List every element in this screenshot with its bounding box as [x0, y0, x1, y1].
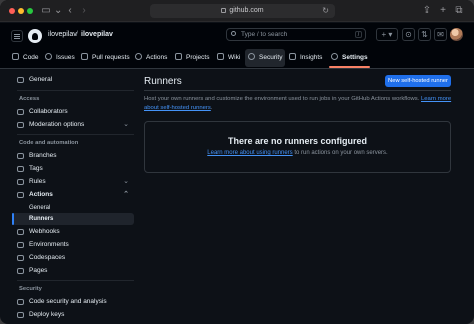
rules-icon	[17, 179, 24, 185]
browser-window: ▭ ⌄ ‹ › github.com ↻ ⇪ + ⧉ ilovepilav / …	[0, 0, 474, 324]
minimize-window-button[interactable]	[18, 8, 24, 14]
people-icon	[17, 109, 24, 115]
webhook-icon	[17, 229, 24, 235]
forward-icon[interactable]: ›	[80, 4, 88, 18]
tab-code[interactable]: Code	[12, 49, 39, 67]
server-icon	[17, 242, 24, 248]
tab-insights[interactable]: Insights	[289, 49, 322, 67]
sidebar-item-tags[interactable]: Tags	[12, 163, 134, 175]
back-icon[interactable]: ‹	[66, 4, 74, 18]
sidebar-item-rules[interactable]: Rules ⌄	[12, 176, 134, 188]
table-icon	[175, 53, 182, 60]
sidebar-item-runners[interactable]: Runners	[12, 213, 134, 225]
sidebar-heading-code-automation: Code and automation	[19, 140, 79, 146]
tab-overview-icon[interactable]: ⧉	[454, 4, 464, 18]
browser-toolbar: ▭ ⌄ ‹ › github.com ↻ ⇪ + ⧉	[0, 0, 474, 22]
github-header: ilovepilav / ilovepilav Type / to search…	[0, 23, 474, 69]
sidebar-item-code-security[interactable]: Code security and analysis	[12, 296, 134, 308]
search-input[interactable]: Type / to search /	[226, 28, 366, 41]
sidebar-item-webhooks[interactable]: Webhooks	[12, 226, 134, 238]
tag-icon	[17, 166, 24, 172]
share-icon[interactable]: ⇪	[422, 4, 432, 18]
codescan-icon	[17, 299, 24, 305]
address-text: github.com	[229, 7, 264, 14]
chevron-up-icon: ⌃	[123, 191, 129, 198]
tab-wiki[interactable]: Wiki	[217, 49, 240, 67]
tab-settings[interactable]: Settings	[329, 49, 370, 68]
sidebar-item-codespaces[interactable]: Codespaces	[12, 252, 134, 264]
tab-issues[interactable]: Issues	[45, 49, 75, 67]
codespaces-icon	[17, 255, 24, 261]
breadcrumb-separator: /	[76, 31, 78, 38]
sidebar-item-actions[interactable]: Actions ⌃	[12, 189, 134, 201]
code-icon	[12, 53, 19, 60]
graph-icon	[289, 53, 296, 60]
branch-icon	[17, 153, 24, 159]
breadcrumb-owner[interactable]: ilovepilav	[48, 31, 77, 38]
breadcrumb-repo[interactable]: ilovepilav	[81, 31, 113, 38]
tab-projects[interactable]: Projects	[175, 49, 209, 67]
gear-icon	[17, 77, 24, 83]
sidebar-divider	[17, 90, 134, 91]
sidebar-item-general[interactable]: General	[12, 74, 134, 86]
shield-icon	[248, 53, 255, 60]
fullscreen-window-button[interactable]	[27, 8, 33, 14]
issues-icon[interactable]: ⊙	[402, 28, 415, 41]
sidebar-item-environments[interactable]: Environments	[12, 239, 134, 251]
sidebar-item-moderation[interactable]: Moderation options ⌄	[12, 119, 134, 131]
browser-icon	[17, 268, 24, 274]
book-icon	[217, 53, 224, 60]
search-shortcut-key: /	[355, 31, 362, 38]
sidebar-item-collaborators[interactable]: Collaborators	[12, 106, 134, 118]
using-runners-link[interactable]: Learn more about using runners	[207, 150, 292, 156]
page-description: Host your own runners and customize the …	[144, 96, 452, 111]
sidebar-divider	[17, 134, 134, 135]
issue-icon	[45, 53, 52, 60]
pull-request-icon	[81, 53, 88, 60]
play-icon	[17, 192, 24, 198]
github-logo-icon[interactable]	[28, 29, 42, 43]
sidebar-heading-access: Access	[19, 96, 40, 102]
new-tab-icon[interactable]: +	[438, 4, 448, 18]
page-title: Runners	[144, 76, 182, 87]
close-window-button[interactable]	[9, 8, 15, 14]
address-bar[interactable]: github.com ↻	[150, 4, 335, 18]
empty-state-box: There are no runners configured Learn mo…	[144, 121, 451, 173]
create-new-button[interactable]: + ▾	[376, 28, 398, 41]
tab-actions[interactable]: Actions	[135, 49, 167, 67]
sidebar-heading-security: Security	[19, 286, 42, 292]
settings-sidebar: General Access Collaborators Moderation …	[0, 70, 140, 324]
chevron-down-icon[interactable]: ⌄	[54, 4, 62, 18]
avatar[interactable]	[450, 28, 463, 41]
chevron-down-icon: ⌄	[123, 178, 129, 185]
title-divider	[144, 90, 451, 91]
lock-icon	[221, 7, 227, 13]
comment-icon	[17, 122, 24, 128]
sidebar-item-branches[interactable]: Branches	[12, 150, 134, 162]
play-icon	[135, 53, 142, 60]
pull-requests-icon[interactable]: ⇅	[418, 28, 431, 41]
repo-nav-tabs: Code Issues Pull requests Actions Projec…	[0, 49, 474, 69]
new-self-hosted-runner-button[interactable]: New self-hosted runner	[385, 75, 451, 87]
tab-pull-requests[interactable]: Pull requests	[81, 49, 130, 67]
chevron-down-icon: ⌄	[123, 121, 129, 128]
tab-security[interactable]: Security	[245, 49, 286, 67]
inbox-icon[interactable]: ✉	[434, 28, 447, 41]
sidebar-divider	[17, 280, 134, 281]
sidebar-item-pages[interactable]: Pages	[12, 265, 134, 277]
sidebar-item-deploy-keys[interactable]: Deploy keys	[12, 309, 134, 321]
reload-icon[interactable]: ↻	[322, 4, 329, 18]
menu-button[interactable]	[11, 30, 23, 42]
gear-icon	[331, 53, 338, 60]
search-placeholder: Type / to search	[241, 31, 288, 38]
search-icon	[231, 31, 236, 36]
key-icon	[17, 312, 24, 318]
empty-state-title: There are no runners configured	[227, 136, 368, 146]
empty-state-message: Learn more about using runners to run ac…	[207, 150, 388, 156]
selected-indicator	[12, 213, 14, 225]
sidebar-toggle-icon[interactable]: ▭	[40, 4, 52, 18]
